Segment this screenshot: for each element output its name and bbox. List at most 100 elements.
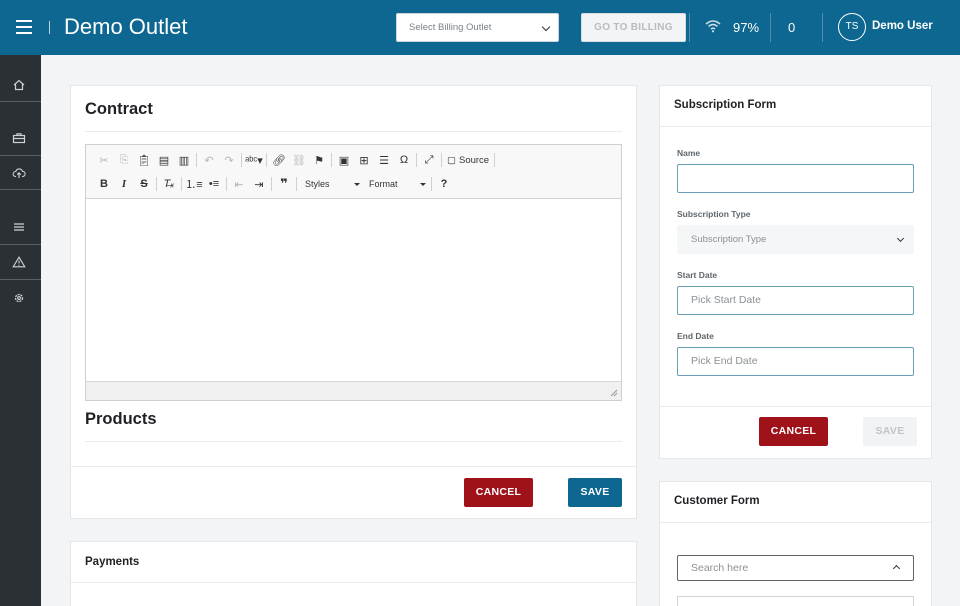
blockquote-icon[interactable]: ❞: [274, 175, 294, 193]
styles-label: Styles: [305, 179, 330, 189]
toolbar-row-2: B I S T̶ₓ ⒈≡ •≡ ⇤ ⇥ ❞ Styles Format ?: [94, 174, 454, 194]
divider: [660, 522, 931, 523]
contract-title: Contract: [85, 100, 153, 118]
sidebar-item-list[interactable]: [0, 214, 41, 240]
editor-content-area[interactable]: [86, 199, 621, 381]
strikethrough-icon[interactable]: S: [134, 175, 154, 193]
toolbar-separator: [431, 177, 432, 191]
hamburger-menu-icon[interactable]: [16, 20, 32, 34]
resize-handle-icon[interactable]: [610, 389, 618, 397]
caret-down-icon: [420, 183, 426, 186]
subscription-type-placeholder: Subscription Type: [691, 234, 767, 245]
table-icon[interactable]: ⊞: [354, 151, 374, 169]
go-to-billing-button[interactable]: GO TO BILLING: [581, 13, 686, 42]
billing-outlet-placeholder: Select Billing Outlet: [409, 22, 492, 33]
customer-form-title: Customer Form: [674, 495, 760, 507]
sidebar-item-alerts[interactable]: [0, 249, 41, 275]
remove-format-icon[interactable]: T̶ₓ: [159, 175, 179, 193]
paste-text-icon[interactable]: ▤: [154, 151, 174, 169]
sidebar-item-upload[interactable]: [0, 160, 41, 186]
toolbar-separator: [296, 177, 297, 191]
subscription-save-button[interactable]: SAVE: [863, 417, 917, 446]
header-divider: [49, 21, 50, 34]
sidebar-divider: [0, 155, 41, 156]
help-icon[interactable]: ?: [434, 175, 454, 193]
header-divider: [770, 13, 771, 42]
payments-title: Payments: [85, 556, 140, 568]
toolbar-separator: [196, 153, 197, 167]
special-char-icon[interactable]: Ω: [394, 151, 414, 169]
chevron-down-icon: [541, 22, 551, 32]
divider: [85, 131, 622, 132]
toolbar-row-1: ✂ ⎘ 📋︎ ▤ ▥ ↶ ↷ ᵃᵇᶜ▾ 🔗︎ ⛓ ⚑ ▣ ⊞ ☰ Ω ⤢ ▢ So…: [94, 150, 497, 170]
toolbar-separator: [416, 153, 417, 167]
sidebar-item-settings[interactable]: [0, 285, 41, 311]
name-input[interactable]: [677, 164, 914, 193]
maximize-icon[interactable]: ⤢: [419, 151, 439, 169]
toolbar-separator: [266, 153, 267, 167]
copy-icon[interactable]: ⎘: [114, 151, 134, 169]
sidebar-item-business[interactable]: [0, 125, 41, 151]
warning-icon: [12, 256, 26, 268]
link-icon[interactable]: 🔗︎: [269, 151, 289, 169]
format-dropdown[interactable]: Format: [363, 175, 429, 193]
home-icon: [13, 79, 25, 91]
user-name[interactable]: Demo User: [872, 20, 933, 32]
contract-cancel-button[interactable]: CANCEL: [464, 478, 533, 507]
editor-footer: [86, 381, 621, 400]
avatar[interactable]: TS: [838, 13, 866, 41]
notification-count[interactable]: 0: [788, 20, 795, 35]
spellcheck-icon[interactable]: ᵃᵇᶜ▾: [244, 151, 264, 169]
list-icon: [14, 223, 24, 231]
cut-icon[interactable]: ✂: [94, 151, 114, 169]
billing-outlet-select[interactable]: Select Billing Outlet: [396, 13, 559, 42]
start-date-input[interactable]: Pick Start Date: [677, 286, 914, 315]
paste-icon[interactable]: 📋︎: [134, 151, 154, 169]
toolbar-separator: [181, 177, 182, 191]
bulleted-list-icon[interactable]: •≡: [204, 175, 224, 193]
source-label: Source: [458, 154, 490, 166]
redo-icon[interactable]: ↷: [219, 151, 239, 169]
toolbar-separator: [441, 153, 442, 167]
bold-icon[interactable]: B: [94, 175, 114, 193]
divider: [660, 126, 931, 127]
unlink-icon[interactable]: ⛓: [289, 151, 309, 169]
customer-dropdown-list[interactable]: [677, 596, 914, 606]
toolbar-separator: [331, 153, 332, 167]
wifi-icon: [705, 20, 721, 33]
image-icon[interactable]: ▣: [334, 151, 354, 169]
italic-icon[interactable]: I: [114, 175, 134, 193]
cloud-upload-icon: [12, 168, 26, 178]
undo-icon[interactable]: ↶: [199, 151, 219, 169]
divider: [71, 582, 636, 583]
contract-save-button[interactable]: SAVE: [568, 478, 622, 507]
sidebar-divider: [0, 244, 41, 245]
divider: [71, 466, 636, 467]
sidebar-divider: [0, 189, 41, 190]
chevron-up-icon: [892, 564, 901, 573]
toolbar-separator: [241, 153, 242, 167]
end-date-input[interactable]: Pick End Date: [677, 347, 914, 376]
anchor-flag-icon[interactable]: ⚑: [309, 151, 329, 169]
caret-down-icon: [354, 183, 360, 186]
subscription-type-select[interactable]: Subscription Type: [677, 225, 914, 254]
indent-icon[interactable]: ⇥: [249, 175, 269, 193]
horizontal-line-icon[interactable]: ☰: [374, 151, 394, 169]
subscription-cancel-button[interactable]: CANCEL: [759, 417, 828, 446]
customer-search-input[interactable]: Search here: [677, 555, 914, 581]
header-divider: [689, 13, 690, 42]
battery-level: 97%: [733, 20, 760, 35]
outdent-icon[interactable]: ⇤: [229, 175, 249, 193]
end-date-label: End Date: [677, 331, 714, 341]
styles-dropdown[interactable]: Styles: [299, 175, 363, 193]
name-label: Name: [677, 148, 701, 158]
sidebar-item-home[interactable]: [0, 72, 41, 98]
source-button[interactable]: ▢ Source: [444, 155, 492, 166]
subscription-form-title: Subscription Form: [674, 99, 777, 111]
numbered-list-icon[interactable]: ⒈≡: [184, 175, 204, 193]
start-date-label: Start Date: [677, 270, 718, 280]
paste-word-icon[interactable]: ▥: [174, 151, 194, 169]
divider: [85, 441, 622, 442]
outlet-title: Demo Outlet: [64, 14, 188, 39]
gear-icon: [14, 293, 24, 303]
